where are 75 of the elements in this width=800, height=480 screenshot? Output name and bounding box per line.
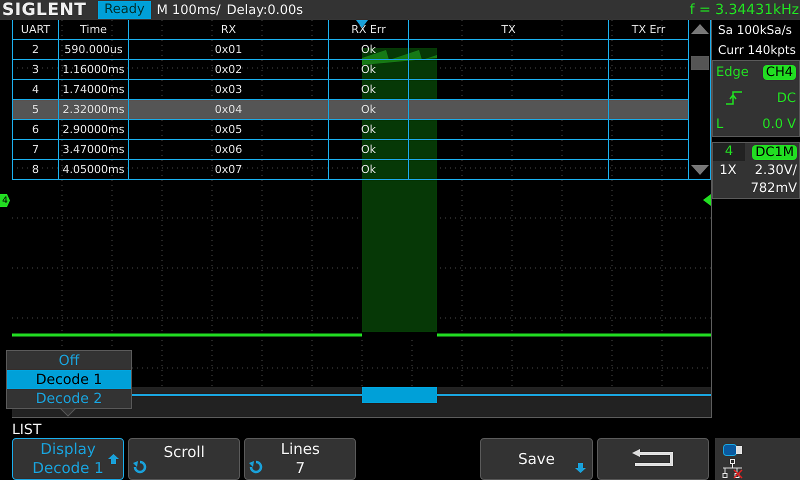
table-cell[interactable]: Ok [329,140,409,160]
table-cell[interactable]: 2.90000ms [59,120,129,140]
rising-edge-icon [726,91,742,106]
trigger-source: CH4 [762,65,796,80]
save-softkey[interactable]: Save [480,438,593,480]
trigger-level-icon [703,194,711,206]
table-cell[interactable]: 590.000us [59,40,129,60]
column-header: RX [129,20,329,40]
table-cell[interactable]: 2.32000ms [59,100,129,120]
table-cell[interactable]: 3 [13,60,59,80]
vertical-offset: 782mV [750,180,798,196]
usb-icon [722,444,743,456]
table-cell[interactable] [409,40,609,60]
table-cell[interactable]: 7 [13,140,59,160]
brand-logo: SIGLENT [2,0,86,20]
table-cell[interactable]: Ok [329,100,409,120]
table-cell[interactable] [609,100,689,120]
memory-depth: Curr 140kpts [717,42,797,59]
column-header: UART [13,20,59,40]
column-header: TX [409,20,609,40]
down-arrow-icon [574,463,586,473]
probe-ratio: 1X [718,162,738,178]
table-cell[interactable]: 5 [13,100,59,120]
up-arrow-icon [108,454,120,464]
scroll-softkey[interactable]: Scroll [128,438,240,480]
vertical-scale: 2.30V/ [754,162,798,178]
menu-title: LIST [12,422,42,438]
scroll-down-icon [690,165,708,175]
table-cell[interactable]: 6 [13,120,59,140]
return-arrow-icon [630,449,676,469]
trigger-level-label: L [716,116,724,132]
back-softkey[interactable] [596,438,709,480]
channel-number: 4 [713,143,745,161]
table-cell[interactable]: 1.16000ms [59,60,129,80]
table-cell[interactable]: 0x02 [129,60,329,80]
run-status: Ready [98,1,151,19]
table-cell[interactable]: 0x07 [129,160,329,180]
display-softkey[interactable]: Display Decode 1 [12,438,124,480]
table-cell[interactable]: 4.05000ms [59,160,129,180]
trigger-level-value: 0.0 V [762,116,796,132]
frequency-readout: f = 3.34431kHz [690,2,800,18]
lines-softkey[interactable]: Lines 7 [244,438,356,480]
table-cell[interactable] [409,140,609,160]
scroll-up-icon [690,24,708,34]
table-cell[interactable] [409,60,609,80]
knob-icon [132,459,148,475]
table-cell[interactable]: Ok [329,160,409,180]
table-cell[interactable]: Ok [329,60,409,80]
menu-option[interactable]: Decode 1 [7,370,131,389]
table-cell[interactable]: 2 [13,40,59,60]
channel-coupling: DC1M [752,144,797,160]
timebase-label: M 100ms/ [156,2,221,18]
table-cell[interactable]: Ok [329,40,409,60]
table-cell[interactable]: 0x04 [129,100,329,120]
table-cell[interactable]: 0x01 [129,40,329,60]
knob-icon [248,459,264,475]
menu-option[interactable]: Off [7,351,131,370]
table-cell[interactable]: 0x06 [129,140,329,160]
table-cell[interactable] [409,120,609,140]
trigger-coupling: DC [776,90,796,106]
table-cell[interactable] [409,100,609,120]
channel-marker: 4 [0,194,10,207]
table-cell[interactable]: 0x05 [129,120,329,140]
column-header: Time [59,20,129,40]
table-cell[interactable]: 8 [13,160,59,180]
table-cell[interactable]: 3.47000ms [59,140,129,160]
sample-rate: Sa 100kSa/s [717,22,793,39]
scroll-thumb[interactable] [690,56,708,70]
table-cell[interactable] [409,160,609,180]
trigger-type: Edge [716,65,749,80]
scrollbar[interactable] [688,20,711,180]
delay-label: Delay:0.00s [226,2,304,18]
network-icon [722,459,744,479]
table-cell[interactable]: Ok [329,120,409,140]
menu-option[interactable]: Decode 2 [7,389,131,408]
